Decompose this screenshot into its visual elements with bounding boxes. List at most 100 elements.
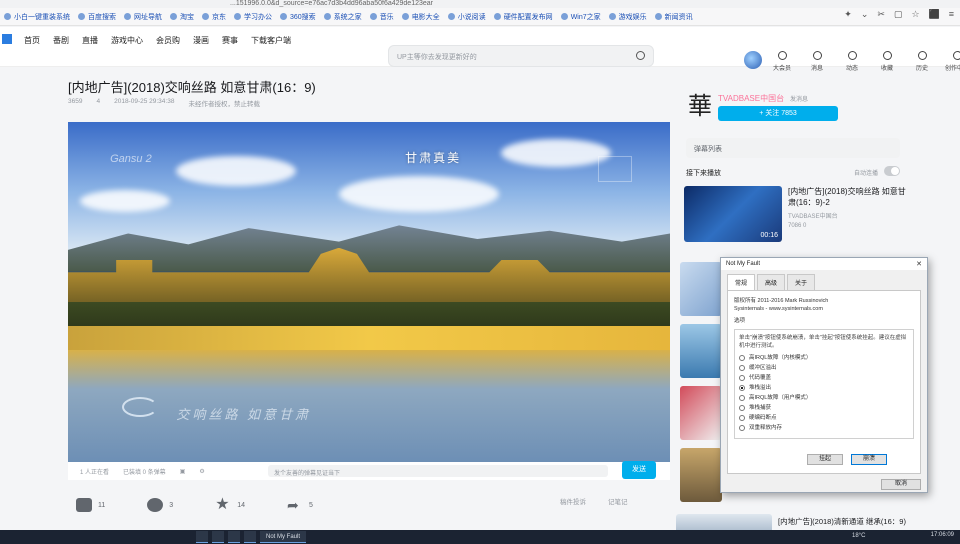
taskbar-item[interactable] <box>196 531 208 543</box>
chevron-down-icon[interactable]: ⌄ <box>861 9 869 20</box>
taskbar-item[interactable] <box>244 531 256 543</box>
bookmark-item[interactable]: 淘宝 <box>170 12 194 22</box>
extension-icon[interactable]: ⬛ <box>929 9 940 20</box>
radio-button[interactable] <box>739 355 745 361</box>
share-button[interactable]: ➦ 5 <box>287 498 313 512</box>
radio-button[interactable] <box>739 425 745 431</box>
nav-live[interactable]: 直播 <box>82 35 98 46</box>
taskbar-item[interactable] <box>228 531 240 543</box>
crash-option[interactable]: 代码覆盖 <box>739 374 909 382</box>
bookmark-item[interactable]: 新闻资讯 <box>654 12 693 22</box>
menu-creator-center[interactable]: 创作中心 <box>945 51 960 72</box>
radio-button[interactable] <box>739 415 745 421</box>
menu-dynamic[interactable]: 动态 <box>840 51 864 72</box>
bookmark-item[interactable]: 网址导航 <box>124 12 162 22</box>
copyright-notice: 未经作者授权，禁止转载 <box>188 101 260 108</box>
danmaku-list-toggle[interactable]: 弹幕列表 <box>686 138 900 158</box>
report-button[interactable]: 稿件投诉 <box>560 496 586 506</box>
nav-comics[interactable]: 漫画 <box>193 35 209 46</box>
crash-option[interactable]: 硬编码断点 <box>739 414 909 422</box>
pin-icon[interactable]: ✦ <box>844 9 852 20</box>
crash-option[interactable]: 双重释放内存 <box>739 424 909 432</box>
rec-video-title[interactable]: [内地广告](2018)清新通道 继承(16：9) <box>778 516 908 527</box>
menu-vip[interactable]: 大会员 <box>770 51 794 72</box>
bookmark-item[interactable]: 硬件配置发布网 <box>493 12 553 22</box>
crash-button[interactable]: 崩溃 <box>851 454 887 465</box>
rec-thumbnail[interactable] <box>680 448 722 502</box>
radio-button[interactable] <box>739 395 745 401</box>
message-button[interactable]: 发消息 <box>790 94 808 103</box>
window-icon[interactable]: ▢ <box>894 9 903 20</box>
send-danmaku-button[interactable]: 发送 <box>622 461 656 479</box>
bookmark-item[interactable]: 小说阅读 <box>447 12 486 22</box>
bookmark-label: 系统之家 <box>333 13 362 21</box>
star-icon[interactable]: ☆ <box>911 9 919 20</box>
nav-home[interactable]: 首页 <box>24 35 40 46</box>
avatar[interactable] <box>744 51 762 69</box>
address-bar[interactable]: ...151996.0.0&d_source=e76ac7d3b4dd96aba… <box>0 0 960 8</box>
bookmark-item[interactable]: 360搜索 <box>280 12 316 22</box>
bookmark-item[interactable]: Win7之家 <box>560 12 601 22</box>
rec-thumbnail[interactable] <box>680 324 722 378</box>
bookmark-item[interactable]: 电影大全 <box>401 12 440 22</box>
follow-button[interactable]: + 关注 7853 <box>718 106 838 121</box>
favorite-button[interactable]: ★ 14 <box>215 497 245 513</box>
danmaku-input[interactable]: 发个友善的弹幕见证当下 <box>268 465 608 477</box>
bookmark-item[interactable]: 游戏娱乐 <box>608 12 647 22</box>
coin-button[interactable]: 3 <box>147 498 173 512</box>
taskbar-item-notmyfault[interactable]: Not My Fault <box>260 531 307 543</box>
nav-download-client[interactable]: 下载客户端 <box>251 35 291 46</box>
danmaku-settings-icon[interactable]: ⚙ <box>199 468 204 475</box>
notes-button[interactable]: 记笔记 <box>608 496 628 506</box>
video-player[interactable]: 甘肃真美 Gansu 2 交响丝路 如意甘肃 <box>68 122 670 462</box>
bookmark-item[interactable]: 百度搜索 <box>78 12 116 22</box>
radio-button[interactable] <box>739 375 745 381</box>
menu-messages[interactable]: 消息 <box>805 51 829 72</box>
like-button[interactable]: 11 <box>76 498 105 512</box>
next-video-thumbnail[interactable]: 00:16 <box>684 186 782 242</box>
next-video-title[interactable]: [内地广告](2018)交响丝路 如意甘肃(16：9)-2 <box>788 186 906 208</box>
clock[interactable]: 17:06:09 <box>931 532 954 538</box>
rec-thumbnail[interactable] <box>680 386 722 440</box>
bookmark-item[interactable]: 音乐 <box>369 12 394 22</box>
menu-history[interactable]: 历史 <box>910 51 934 72</box>
taskbar-item[interactable] <box>212 531 224 543</box>
radio-button[interactable] <box>739 405 745 411</box>
scissors-icon[interactable]: ✂ <box>877 9 885 20</box>
menu-favorites[interactable]: 收藏 <box>875 51 899 72</box>
hang-button[interactable]: 挂起 <box>807 454 843 465</box>
bookmark-item[interactable]: 学习办公 <box>234 12 272 22</box>
bookmark-item[interactable]: 京东 <box>202 12 226 22</box>
close-icon[interactable]: ✕ <box>916 260 922 268</box>
search-icon[interactable] <box>636 51 645 60</box>
bookmark-item[interactable]: 系统之家 <box>323 12 362 22</box>
tab-general[interactable]: 常规 <box>727 274 756 290</box>
site-logo[interactable] <box>2 34 12 44</box>
radio-button[interactable] <box>739 385 745 391</box>
tab-advanced[interactable]: 高级 <box>757 274 786 290</box>
crash-option[interactable]: 高IRQL故障（用户模式） <box>739 394 909 402</box>
cancel-button[interactable]: 取消 <box>881 479 921 490</box>
tab-about[interactable]: 关于 <box>787 274 816 290</box>
nav-esports[interactable]: 赛事 <box>222 35 238 46</box>
crash-option[interactable]: 缓冲区溢出 <box>739 364 909 372</box>
danmaku-toggle-icon[interactable]: ▣ <box>180 468 186 475</box>
crash-option[interactable]: 高IRQL故障（内核模式） <box>739 354 909 362</box>
menu-icon[interactable]: ≡ <box>949 9 954 20</box>
next-video-uploader[interactable]: TVADBASE中国台 <box>788 211 838 220</box>
uploader-name[interactable]: TVADBASE中国台 <box>718 93 784 104</box>
rec-thumbnail[interactable] <box>680 262 722 316</box>
weather-widget[interactable]: 18°C <box>852 533 865 539</box>
radio-button[interactable] <box>739 365 745 371</box>
crash-option[interactable]: 堆栈溢出 <box>739 384 909 392</box>
nav-anime[interactable]: 番剧 <box>53 35 69 46</box>
danmaku-loaded: 已装填 0 条弹幕 <box>123 469 166 476</box>
nav-game-center[interactable]: 游戏中心 <box>111 35 143 46</box>
favorite-count: 14 <box>237 501 245 509</box>
bookmark-item[interactable]: 小白一键重装系统 <box>4 12 70 22</box>
autoplay-toggle[interactable] <box>884 166 900 176</box>
uploader-avatar[interactable]: 華 <box>688 86 712 121</box>
search-input[interactable]: UP主等你去发现更新好的 <box>388 45 654 67</box>
crash-option[interactable]: 堆栈捕获 <box>739 404 909 412</box>
nav-shop[interactable]: 会员购 <box>156 35 180 46</box>
